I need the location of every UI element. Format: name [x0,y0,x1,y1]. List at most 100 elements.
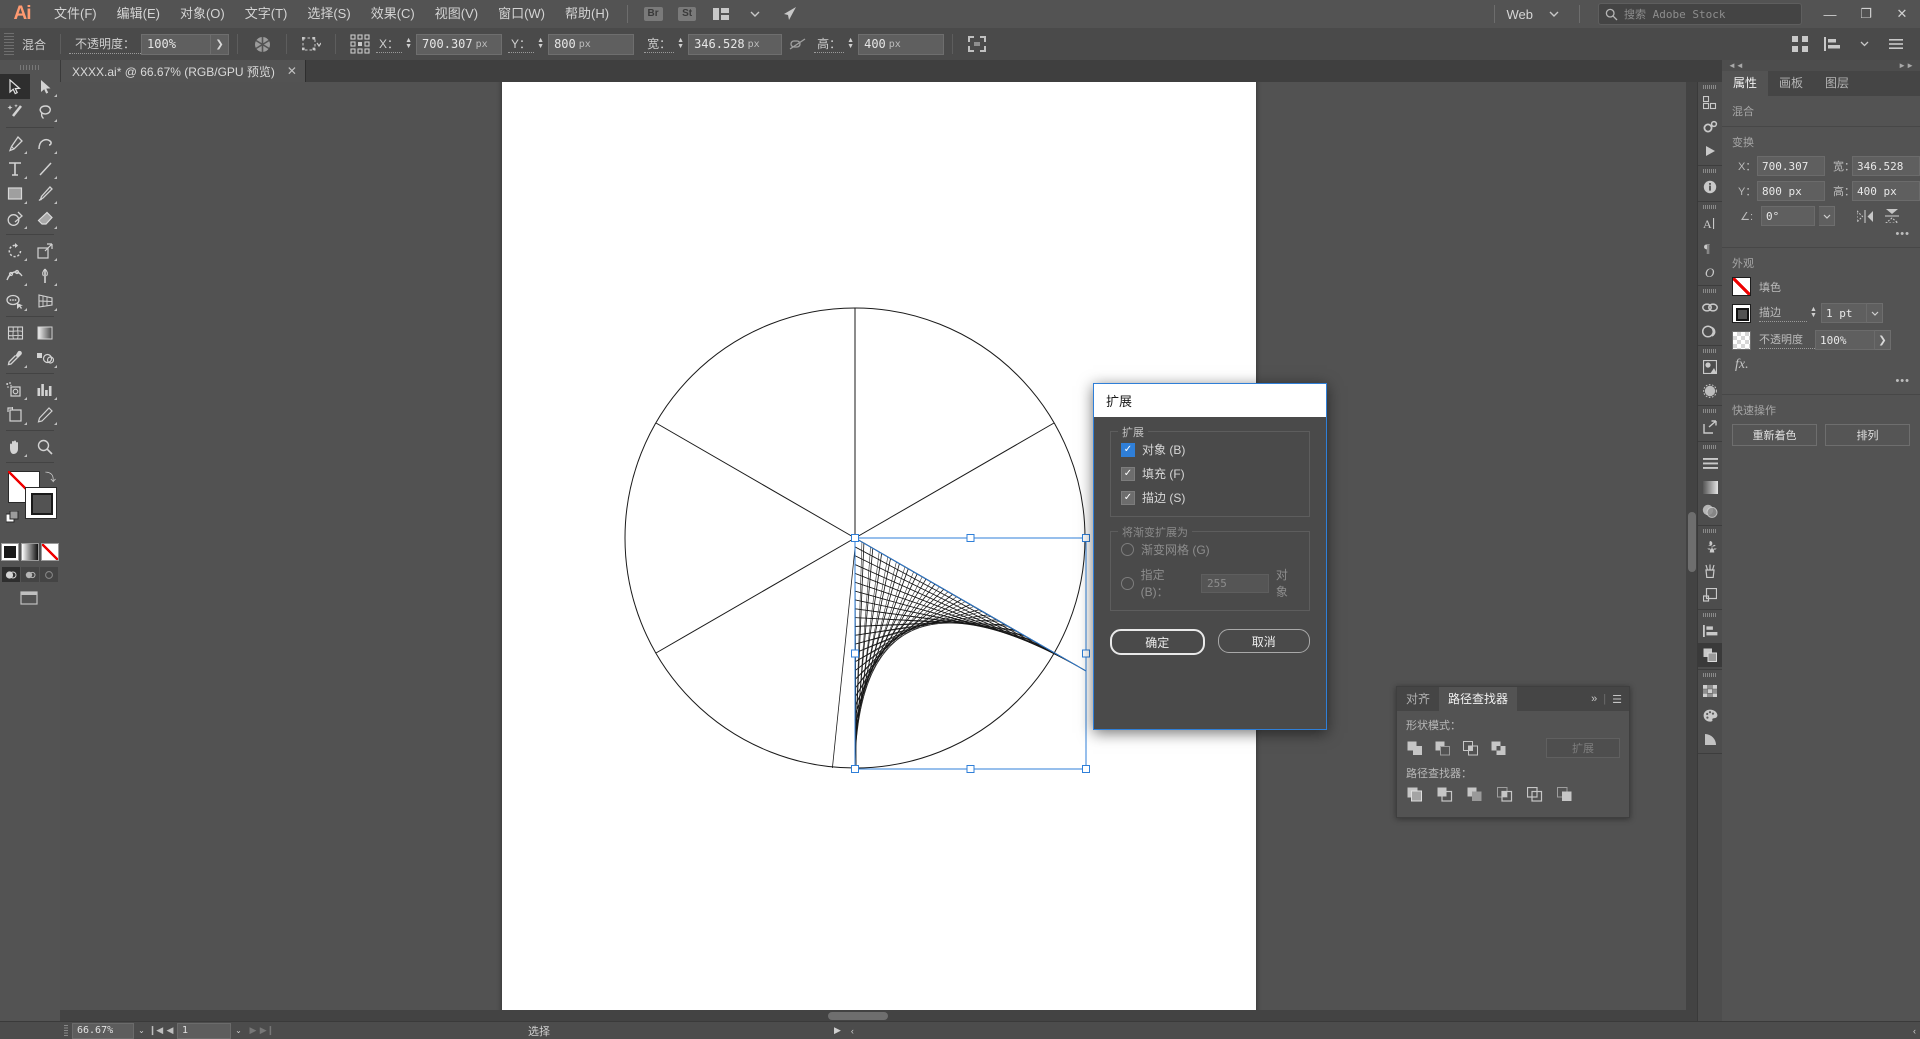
gradient-mode-button[interactable] [21,543,39,561]
curvature-tool[interactable] [30,131,60,156]
control-bar-grip[interactable] [4,33,14,55]
none-mode-button[interactable] [41,543,59,561]
fx-icon[interactable]: fx. [1735,357,1910,373]
swap-fill-stroke-icon[interactable]: ⤵ [45,469,56,485]
line-segment-tool[interactable] [30,156,60,181]
menu-help[interactable]: 帮助(H) [555,0,619,28]
x-input[interactable]: 700.307 px [416,33,503,55]
draw-behind-button[interactable] [21,567,39,582]
status-tail-icon[interactable]: ‹ [851,1026,854,1036]
arrange-button[interactable]: 排列 [1825,424,1910,446]
appearance-more-options[interactable]: ••• [1732,375,1910,387]
color-guide-icon[interactable] [1698,727,1722,751]
window-close-button[interactable]: ✕ [1884,0,1920,28]
exclude-button[interactable] [1490,740,1507,757]
checkbox-object[interactable]: ✓ [1121,442,1135,457]
symbols-icon[interactable] [1698,535,1722,559]
tab-artboards[interactable]: 画板 [1768,71,1814,96]
rail-grip-1[interactable] [1698,82,1722,91]
tab-properties[interactable]: 属性 [1722,71,1769,96]
document-tab[interactable]: XXXX.ai* @ 66.67% (RGB/GPU 预览) ✕ [60,60,306,82]
recolor-button[interactable]: 重新着色 [1732,424,1817,446]
stroke-label[interactable]: 描边 [1759,304,1807,322]
eyedropper-tool[interactable] [0,345,30,370]
type-tool[interactable] [0,156,30,181]
rectangle-tool[interactable] [0,181,30,206]
artboard-dropdown-icon[interactable]: ⌄ [231,1024,246,1038]
symbol-sprayer-tool[interactable] [0,377,30,402]
merge-button[interactable] [1466,786,1483,803]
status-right-arrow-icon[interactable]: ‹ [1913,1026,1916,1036]
hand-tool[interactable] [0,434,30,459]
collapse-left-icon[interactable]: ◄◄ [1728,61,1744,70]
close-icon[interactable]: ✕ [287,64,297,78]
workspace-chevron-down-icon[interactable] [1542,4,1566,24]
scale-tool[interactable] [30,238,60,263]
menu-effect[interactable]: 效果(C) [361,0,425,28]
angle-dropdown-icon[interactable] [1819,206,1835,226]
panel-overflow-icon[interactable]: » [1591,693,1597,705]
free-transform-tool[interactable] [30,263,60,288]
checkbox-fill-row[interactable]: ✓ 填充 (F) [1121,465,1299,482]
height-input[interactable]: 400 px [858,33,945,55]
shaper-tool[interactable] [0,206,30,231]
default-fill-stroke-icon[interactable] [6,511,19,524]
rail-grip-8[interactable] [1698,526,1722,535]
glyphs-icon[interactable]: O [1698,259,1722,283]
column-graph-tool[interactable] [30,377,60,402]
tab-layers[interactable]: 图层 [1814,71,1860,96]
home-rocket-icon[interactable] [777,4,801,24]
pathfinder-panel-icon[interactable] [1698,643,1722,667]
height-stepper[interactable]: ▲ ▼ [844,37,857,50]
vertical-scroll-thumb[interactable] [1688,512,1696,572]
swatches-icon[interactable] [1698,679,1722,703]
draw-normal-button[interactable] [2,567,20,582]
transform-w-input[interactable]: 346.528 [1852,156,1920,176]
paintbrush-tool[interactable] [30,181,60,206]
canvas-area[interactable] [60,82,1698,1022]
first-artboard-button[interactable]: ❙◀ [149,1024,163,1038]
opacity-label[interactable]: 不透明度 [1759,331,1815,349]
ok-button[interactable]: 确定 [1110,629,1205,655]
intersect-button[interactable] [1462,740,1479,757]
rail-grip-5[interactable] [1698,346,1722,355]
opacity-input[interactable]: 100% [141,33,212,55]
outline-button[interactable] [1526,786,1543,803]
stroke-color-swatch[interactable] [1732,303,1751,323]
control-chevron-icon[interactable] [1851,33,1877,55]
stroke-weight-stepper[interactable]: ▲ ▼ [1807,306,1820,319]
divide-button[interactable] [1406,786,1423,803]
zoom-level-input[interactable]: 66.67% [72,1022,134,1039]
transform-more-options[interactable]: ••• [1732,228,1910,240]
asset-export-icon[interactable] [1698,115,1722,139]
gradient-tool[interactable] [30,320,60,345]
image-trace-icon[interactable] [1698,355,1722,379]
transparency-icon[interactable] [1698,499,1722,523]
transform-h-input[interactable]: 400 px [1852,181,1920,201]
checkbox-stroke-row[interactable]: ✓ 描边 (S) [1121,489,1299,506]
transform-y-input[interactable]: 800 px [1757,181,1825,201]
artboards-icon[interactable] [1698,91,1722,115]
minus-front-button[interactable] [1434,740,1451,757]
menu-edit[interactable]: 编辑(E) [107,0,170,28]
checkbox-stroke[interactable]: ✓ [1121,490,1135,505]
document-info-icon[interactable] [1698,175,1722,199]
character-icon[interactable]: A [1698,211,1722,235]
artboard-number-input[interactable]: 1 [177,1022,231,1039]
menu-select[interactable]: 选择(S) [297,0,360,28]
next-artboard-button[interactable]: ▶ [246,1024,260,1038]
screen-mode-button[interactable] [0,590,60,606]
flip-vertical-icon[interactable] [1884,209,1900,223]
paragraph-icon[interactable]: ¶ [1698,235,1722,259]
color-icon[interactable] [1698,703,1722,727]
document-setup-icon[interactable] [1787,33,1813,55]
menu-file[interactable]: 文件(F) [44,0,107,28]
select-similar-icon[interactable] [298,33,324,55]
previous-artboard-button[interactable]: ◀ [163,1024,177,1038]
window-minimize-button[interactable]: — [1812,0,1848,28]
width-tool[interactable] [0,263,30,288]
reference-point-grid-icon[interactable] [347,33,373,55]
transform-x-input[interactable]: 700.307 [1757,156,1825,176]
unite-button[interactable] [1406,740,1423,757]
rotate-tool[interactable] [0,238,30,263]
